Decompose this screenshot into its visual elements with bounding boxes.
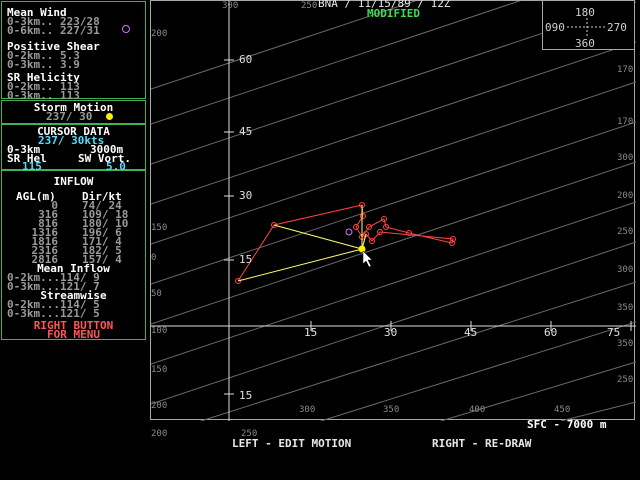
layer-label: SFC - 7000 m	[527, 418, 607, 431]
mouse-cursor-icon	[362, 250, 373, 268]
header-status: MODIFIED	[367, 7, 420, 20]
dir-label: 250	[617, 375, 634, 385]
direction-compass: 180 090 270 360	[542, 0, 635, 50]
dir-label: 350	[383, 405, 400, 415]
dir-label: 50	[151, 289, 162, 299]
mean-wind-panel: Mean Wind 0-3km.. 223/28 0-6km.. 227/31 …	[1, 1, 146, 101]
speed-label-45: 45	[239, 125, 253, 138]
storm-circle-icon	[122, 25, 130, 33]
direction-grid-lines	[151, 1, 636, 421]
hodograph-layer	[235, 202, 456, 284]
dir-label: 250	[617, 227, 634, 237]
dir-label: 300	[299, 405, 316, 415]
dir-label: 170	[617, 65, 634, 75]
mean-wind-row2: 0-6km.. 227/31	[7, 24, 100, 37]
inflow-panel: INFLOW AGL(m) Dir/kt 0 74/ 24 316 109/ 18 81…	[1, 170, 146, 340]
positive-shear-row2: 0-3km.. 3.9	[7, 58, 80, 71]
speed-axis-75: 75	[607, 326, 621, 339]
dir-label: 200	[151, 429, 168, 439]
storm-motion-marker	[358, 245, 366, 253]
speed-label-30: 30	[239, 189, 253, 202]
compass-cross-icon	[567, 18, 607, 37]
dir-label: 200	[151, 401, 168, 411]
mean-wind-marker	[345, 228, 353, 236]
speed-label-60: 60	[239, 53, 253, 66]
speed-axis-60: 60	[544, 326, 558, 339]
footer-left-hint: LEFT - EDIT MOTION	[232, 437, 352, 450]
speed-label-15-bottom: 15	[239, 389, 253, 402]
inflow-vector	[237, 248, 363, 282]
dir-label: 200	[151, 29, 168, 39]
dir-label: 150	[151, 365, 168, 375]
footer-right-hint: RIGHT - RE-DRAW	[432, 437, 532, 450]
hodograph-trace	[237, 204, 454, 282]
dir-label: 200	[617, 191, 634, 201]
speed-axis-30: 30	[384, 326, 398, 339]
streamwise-row2: 0-3km...121/ 5	[7, 307, 100, 320]
dir-label: 350	[617, 339, 634, 349]
dir-label: 400	[469, 405, 486, 415]
menu-hint-line2: FOR MENU	[47, 328, 100, 341]
hodograph-plot[interactable]: 60 45 30 15 15 15 30 45 60 75 300 250 20…	[150, 0, 636, 439]
speed-axis-45: 45	[464, 326, 478, 339]
dir-label: 170	[617, 117, 634, 127]
dir-label: 150	[151, 223, 168, 233]
cursor-data-panel: CURSOR DATA 237/ 30kts 0-3km 3000m SR He…	[1, 124, 146, 172]
dir-label: 350	[617, 303, 634, 313]
dir-label: 300	[617, 153, 634, 163]
speed-label-15: 15	[239, 253, 253, 266]
dir-label: 100	[151, 326, 168, 336]
dir-label: 450	[554, 405, 571, 415]
dir-label: 250	[301, 1, 318, 11]
dir-label: 300	[617, 265, 634, 275]
dir-label: 300	[222, 1, 239, 11]
dir-label: 0	[151, 253, 157, 263]
storm-motion-dot-icon	[106, 113, 113, 120]
inflow-title: INFLOW	[53, 175, 94, 188]
speed-axis-15: 15	[304, 326, 318, 339]
storm-motion-panel: Storm Motion 237/ 30	[1, 100, 146, 124]
speed-axes	[151, 1, 636, 421]
storm-motion-value: 237/ 30	[46, 110, 93, 123]
